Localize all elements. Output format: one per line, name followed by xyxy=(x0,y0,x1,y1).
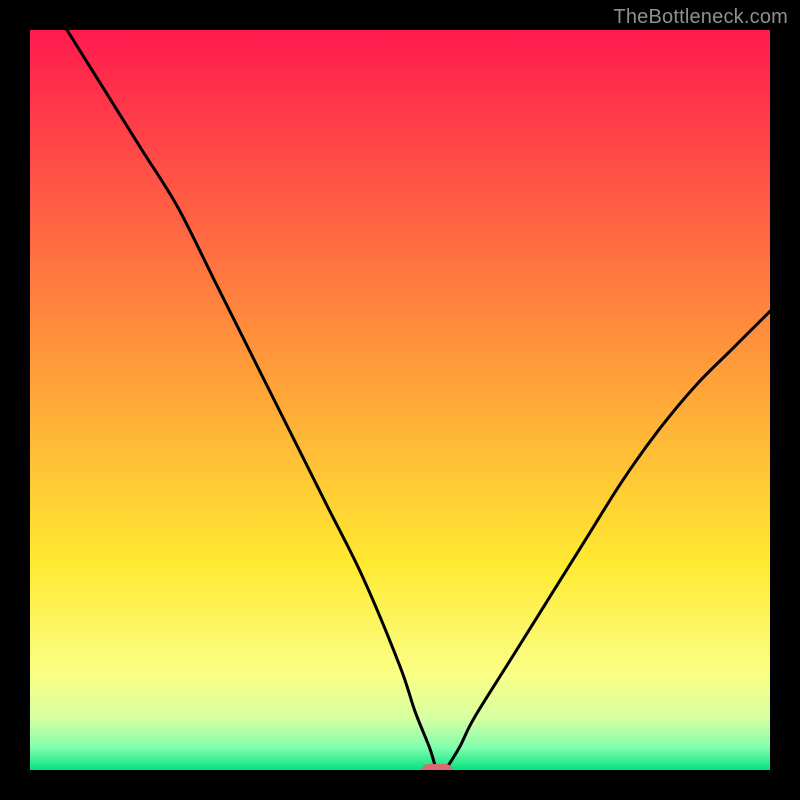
chart-frame: TheBottleneck.com xyxy=(0,0,800,800)
bottleneck-curve xyxy=(30,30,770,770)
watermark-text: TheBottleneck.com xyxy=(613,6,788,29)
optimal-marker xyxy=(422,764,452,770)
plot-area xyxy=(30,30,770,770)
